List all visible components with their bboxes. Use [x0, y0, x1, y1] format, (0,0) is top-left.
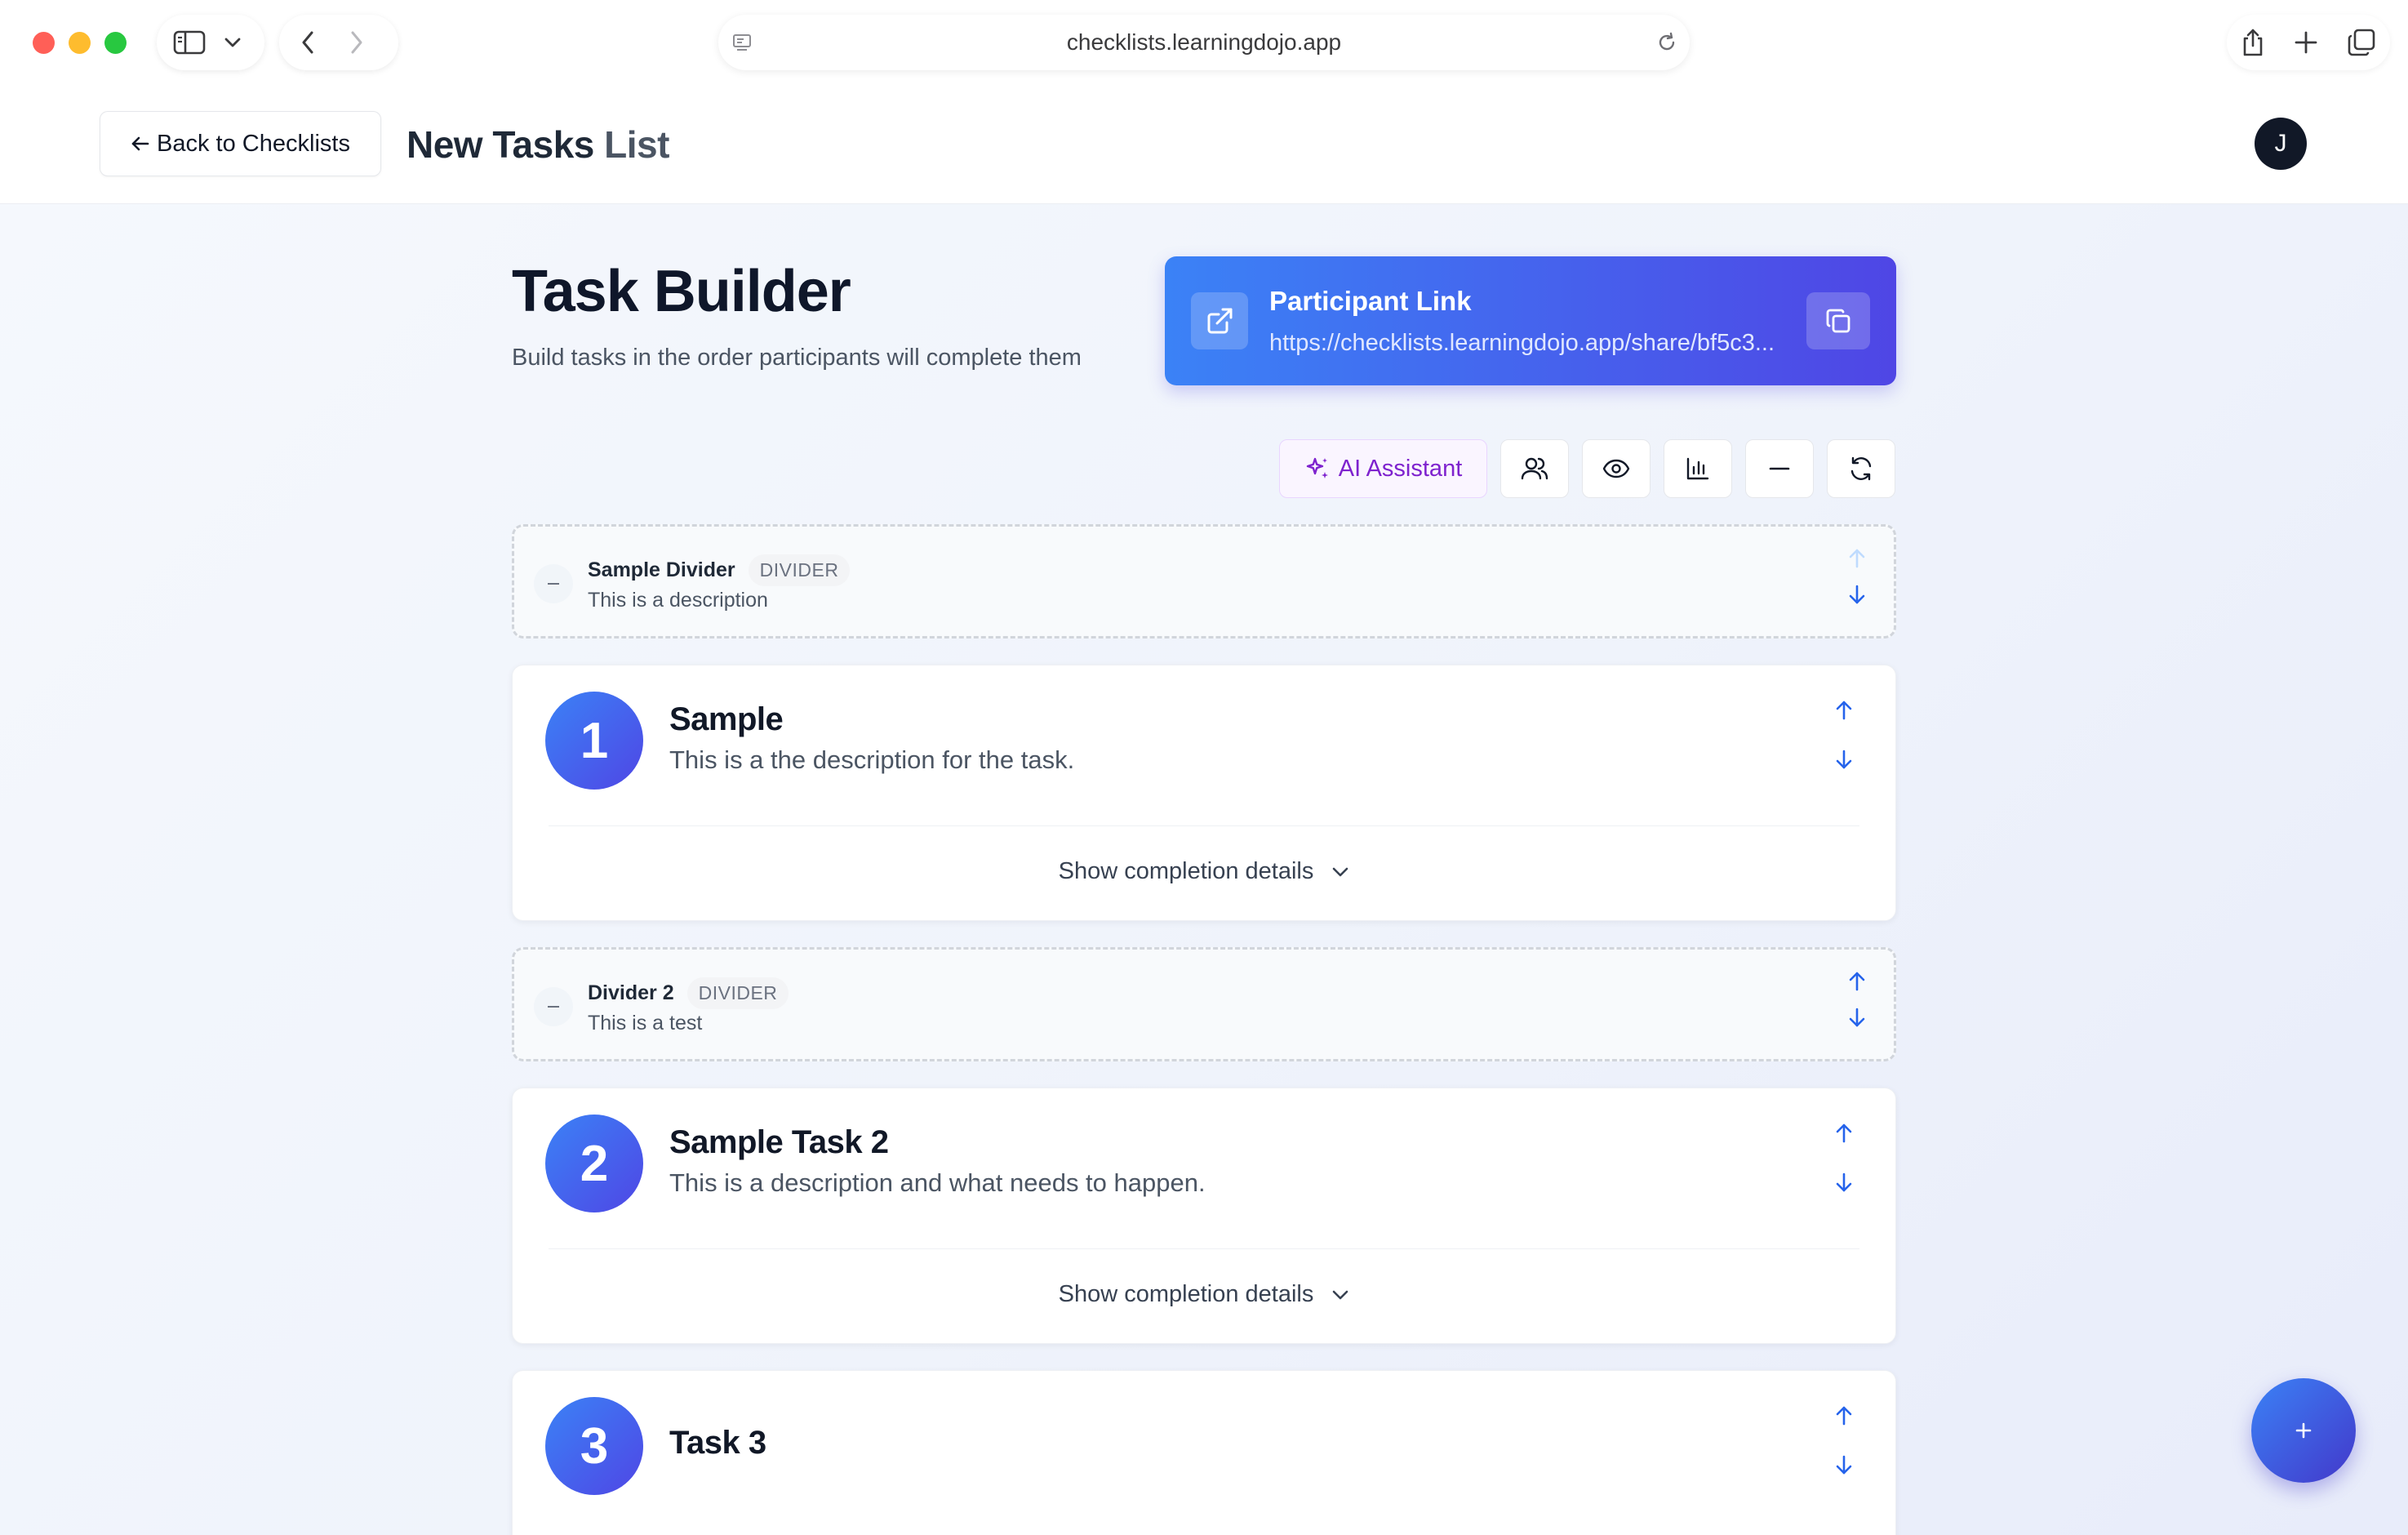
- divider-card: Divider 2 DIVIDER This is a test: [512, 947, 1896, 1061]
- arrow-up-icon[interactable]: [1833, 1405, 1855, 1426]
- divider-title-row: Sample Divider DIVIDER: [588, 554, 851, 586]
- task-description: This is a the description for the task.: [669, 745, 1075, 774]
- divider-minus-icon: [534, 987, 573, 1026]
- task-card: 1 Sample This is a the description for t…: [512, 665, 1896, 921]
- users-icon: [1521, 456, 1548, 482]
- task-title[interactable]: Task 3: [669, 1425, 766, 1462]
- divider-minus-icon: [534, 564, 573, 603]
- tab-overview-icon[interactable]: [2347, 28, 2376, 57]
- chevron-down-icon[interactable]: [224, 37, 242, 48]
- analytics-button[interactable]: [1664, 439, 1732, 498]
- chevron-down-icon: [1331, 1289, 1349, 1301]
- show-completion-details-button[interactable]: Show completion details: [513, 858, 1895, 885]
- task-separator: [549, 825, 1859, 826]
- show-details-label: Show completion details: [1058, 858, 1314, 884]
- divider-badge: DIVIDER: [686, 977, 789, 1009]
- participant-link-url[interactable]: https://checklists.learningdojo.app/shar…: [1269, 330, 1775, 357]
- app-header: Back to Checklists New Tasks List J: [0, 85, 2408, 204]
- sparkles-icon: [1304, 456, 1331, 482]
- participants-button[interactable]: [1500, 439, 1569, 498]
- back-to-checklists-button[interactable]: Back to Checklists: [100, 111, 381, 176]
- refresh-icon: [1848, 456, 1874, 482]
- preview-button[interactable]: [1582, 439, 1651, 498]
- divider-move-controls: [1846, 971, 1868, 1028]
- task-move-controls: [1833, 1405, 1855, 1475]
- reload-icon[interactable]: [1655, 31, 1678, 54]
- ai-assistant-button[interactable]: AI Assistant: [1279, 439, 1487, 498]
- arrow-down-icon[interactable]: [1833, 1172, 1855, 1193]
- participant-link-card: Participant Link https://checklists.lear…: [1165, 256, 1896, 385]
- eye-icon: [1602, 459, 1630, 478]
- task-title[interactable]: Sample Task 2: [669, 1124, 889, 1161]
- task-separator: [549, 1248, 1859, 1249]
- sidebar-icon[interactable]: [173, 29, 206, 56]
- forward-arrow-icon[interactable]: [349, 30, 364, 55]
- add-divider-button[interactable]: [1745, 439, 1814, 498]
- copy-icon: [1824, 307, 1852, 335]
- arrow-up-icon[interactable]: [1846, 548, 1868, 569]
- chevron-down-icon: [1331, 866, 1349, 878]
- divider-description: This is a description: [588, 589, 768, 612]
- history-nav: [279, 15, 398, 70]
- divider-card: Sample Divider DIVIDER This is a descrip…: [512, 524, 1896, 638]
- builder-title: Task Builder: [512, 259, 851, 324]
- task-card: 2 Sample Task 2 This is a description an…: [512, 1088, 1896, 1344]
- arrow-down-icon[interactable]: [1846, 584, 1868, 605]
- main-content: Task Builder Build tasks in the order pa…: [0, 204, 2408, 1535]
- divider-badge: DIVIDER: [748, 554, 851, 586]
- task-number-badge: 3: [545, 1397, 643, 1495]
- url-text: checklists.learningdojo.app: [1066, 29, 1342, 55]
- arrow-up-icon[interactable]: [1833, 1123, 1855, 1144]
- task-number-badge: 1: [545, 692, 643, 790]
- arrow-up-icon[interactable]: [1833, 700, 1855, 721]
- arrow-down-icon[interactable]: [1846, 1007, 1868, 1028]
- show-details-label: Show completion details: [1058, 1281, 1314, 1307]
- participant-link-label: Participant Link: [1269, 286, 1472, 316]
- refresh-button[interactable]: [1827, 439, 1895, 498]
- divider-move-controls: [1846, 548, 1868, 605]
- ai-assistant-label: AI Assistant: [1338, 455, 1463, 482]
- minus-icon: [1769, 466, 1790, 471]
- arrow-left-icon: [131, 136, 150, 152]
- minimize-window-button[interactable]: [69, 32, 91, 54]
- builder-subtitle: Build tasks in the order participants wi…: [512, 345, 1082, 371]
- arrow-down-icon[interactable]: [1833, 749, 1855, 770]
- close-window-button[interactable]: [33, 32, 55, 54]
- share-icon[interactable]: [2241, 28, 2265, 57]
- builder-toolbar: AI Assistant: [1279, 439, 1895, 498]
- page-title: New Tasks List: [407, 122, 669, 167]
- add-task-fab[interactable]: [2251, 1378, 2356, 1483]
- task-card: 3 Task 3: [512, 1370, 1896, 1535]
- show-completion-details-button[interactable]: Show completion details: [513, 1281, 1895, 1308]
- avatar[interactable]: J: [2255, 118, 2307, 170]
- task-description: This is a description and what needs to …: [669, 1168, 1206, 1197]
- task-move-controls: [1833, 1123, 1855, 1193]
- task-move-controls: [1833, 700, 1855, 770]
- page-title-suffix: List: [593, 123, 669, 166]
- divider-title: Divider 2: [588, 981, 674, 1004]
- address-bar[interactable]: checklists.learningdojo.app: [718, 15, 1690, 70]
- browser-chrome: checklists.learningdojo.app: [0, 0, 2408, 85]
- divider-description: This is a test: [588, 1012, 703, 1034]
- back-button-label: Back to Checklists: [157, 130, 350, 157]
- divider-title-row: Divider 2 DIVIDER: [588, 977, 789, 1009]
- bar-chart-icon: [1686, 456, 1710, 481]
- plus-icon: [2293, 1420, 2314, 1441]
- external-link-icon[interactable]: [1191, 292, 1248, 349]
- task-title[interactable]: Sample: [669, 701, 784, 738]
- arrow-down-icon[interactable]: [1833, 1454, 1855, 1475]
- browser-actions: [2227, 15, 2390, 70]
- page-title-main: New Tasks: [407, 123, 594, 166]
- arrow-up-icon[interactable]: [1846, 971, 1868, 992]
- task-number-badge: 2: [545, 1115, 643, 1212]
- back-arrow-icon[interactable]: [300, 30, 315, 55]
- divider-title: Sample Divider: [588, 558, 735, 581]
- copy-link-button[interactable]: [1806, 292, 1870, 349]
- zoom-window-button[interactable]: [104, 32, 127, 54]
- sidebar-toggle-group: [157, 15, 264, 70]
- avatar-initial: J: [2274, 130, 2287, 157]
- new-tab-icon[interactable]: [2294, 30, 2318, 55]
